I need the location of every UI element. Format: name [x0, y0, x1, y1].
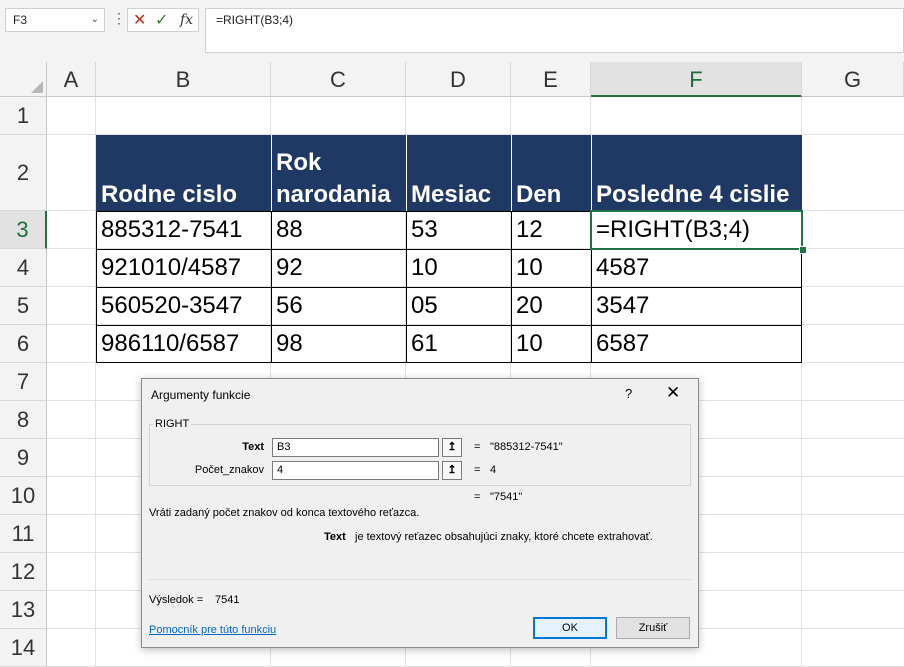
- table-border: [96, 362, 802, 363]
- row-header-4[interactable]: 4: [0, 249, 47, 287]
- header-separator: [406, 135, 407, 211]
- arg-label-text: Text: [242, 441, 264, 453]
- column-header-f[interactable]: F: [591, 62, 802, 97]
- arg-help-text: je textový reťazec obsahujúci znaky, kto…: [355, 531, 653, 543]
- formula-bar: F3 ⌄ ⋮ ✕ ✓ fx =RIGHT(B3;4): [0, 0, 904, 62]
- table-cell[interactable]: 20: [511, 287, 591, 325]
- table-cell[interactable]: 12: [511, 211, 591, 249]
- collapse-dialog-icon[interactable]: ↥: [442, 438, 462, 457]
- table-border: [96, 287, 802, 288]
- table-cell[interactable]: 986110/6587: [96, 325, 271, 363]
- active-cell-outline: [590, 210, 803, 250]
- result-label: Výsledok =: [149, 594, 204, 606]
- arg-equals-text: =: [474, 441, 481, 453]
- function-arguments-dialog: Argumenty funkcie ? ✕ RIGHT Text B3 ↥ = …: [141, 378, 699, 648]
- row-header-12[interactable]: 12: [0, 553, 47, 591]
- result-value: 7541: [215, 594, 240, 606]
- collapse-dialog-icon[interactable]: ↥: [442, 461, 462, 480]
- name-box-value: F3: [13, 13, 28, 27]
- row-header-11[interactable]: 11: [0, 515, 47, 553]
- column-header-c[interactable]: C: [271, 62, 406, 97]
- row-header-6[interactable]: 6: [0, 325, 47, 363]
- table-border: [96, 211, 97, 363]
- ok-button[interactable]: OK: [533, 617, 607, 639]
- table-cell[interactable]: 10: [406, 249, 511, 287]
- table-cell[interactable]: 56: [271, 287, 406, 325]
- arg-input-pocet-znakov[interactable]: 4: [272, 461, 439, 480]
- table-cell[interactable]: 10: [511, 325, 591, 363]
- arg-help-name: Text: [324, 531, 346, 543]
- dialog-title: Argumenty funkcie: [151, 388, 251, 402]
- table-cell[interactable]: 921010/4587: [96, 249, 271, 287]
- column-header-d[interactable]: D: [406, 62, 511, 97]
- function-description: Vráti zadaný počet znakov od konca texto…: [149, 507, 420, 519]
- cancel-button[interactable]: Zrušiť: [616, 617, 690, 639]
- table-cell[interactable]: 92: [271, 249, 406, 287]
- arg-result-pocet-znakov: 4: [490, 464, 497, 476]
- formula-input[interactable]: =RIGHT(B3;4): [205, 8, 904, 53]
- row-header-7[interactable]: 7: [0, 363, 47, 401]
- row-header-9[interactable]: 9: [0, 439, 47, 477]
- table-cell[interactable]: 98: [271, 325, 406, 363]
- table-cell[interactable]: 53: [406, 211, 511, 249]
- column-header-b[interactable]: B: [96, 62, 271, 97]
- column-header-g[interactable]: G: [802, 62, 904, 97]
- table-border: [271, 211, 272, 363]
- table-cell[interactable]: 61: [406, 325, 511, 363]
- function-help-link[interactable]: Pomocník pre túto funkciu: [149, 624, 276, 636]
- cancel-icon[interactable]: ✕: [133, 10, 146, 30]
- header-separator: [511, 135, 512, 211]
- table-border: [96, 325, 802, 326]
- column-header-e[interactable]: E: [511, 62, 591, 97]
- table-cell[interactable]: 10: [511, 249, 591, 287]
- table-cell[interactable]: 05: [406, 287, 511, 325]
- header-separator: [591, 135, 592, 211]
- table-cell[interactable]: 885312-7541: [96, 211, 271, 249]
- table-cell[interactable]: 4587: [591, 249, 802, 287]
- table-cell[interactable]: 6587: [591, 325, 802, 363]
- table-cell[interactable]: 3547: [591, 287, 802, 325]
- table-header-cell[interactable]: Posledne 4 cislie: [591, 135, 802, 211]
- row-header-14[interactable]: 14: [0, 629, 47, 667]
- table-border: [406, 211, 407, 363]
- select-all-corner[interactable]: [0, 62, 47, 97]
- table-cell[interactable]: 88: [271, 211, 406, 249]
- table-header-cell[interactable]: Rodne cislo: [96, 135, 271, 211]
- column-header-a[interactable]: A: [47, 62, 96, 97]
- fill-handle[interactable]: [799, 246, 807, 254]
- row-header-10[interactable]: 10: [0, 477, 47, 515]
- check-icon[interactable]: ✓: [155, 10, 168, 30]
- formula-buttons: ✕ ✓ fx: [127, 8, 199, 32]
- divider: [149, 579, 691, 580]
- row-header-1[interactable]: 1: [0, 97, 47, 135]
- arg-result-text: "885312-7541": [490, 441, 563, 453]
- arg-label-pocet-znakov: Počet_znakov: [194, 464, 264, 476]
- table-header-cell[interactable]: Rok narodania: [271, 135, 406, 211]
- help-icon[interactable]: ?: [625, 386, 632, 401]
- close-icon[interactable]: ✕: [666, 383, 680, 403]
- row-header-2[interactable]: 2: [0, 135, 47, 211]
- name-box[interactable]: F3 ⌄: [5, 8, 105, 32]
- chevron-down-icon[interactable]: ⌄: [91, 9, 99, 31]
- table-cell[interactable]: 560520-3547: [96, 287, 271, 325]
- row-header-13[interactable]: 13: [0, 591, 47, 629]
- table-header-cell[interactable]: Mesiac: [406, 135, 511, 211]
- function-name: RIGHT: [153, 418, 192, 430]
- table-header-cell[interactable]: Den: [511, 135, 591, 211]
- formula-result-preview: "7541": [490, 491, 523, 503]
- more-options-icon[interactable]: ⋮: [112, 10, 126, 27]
- row-header-5[interactable]: 5: [0, 287, 47, 325]
- arg-input-text[interactable]: B3: [272, 438, 439, 457]
- insert-function-icon[interactable]: fx: [180, 12, 193, 28]
- row-header-8[interactable]: 8: [0, 401, 47, 439]
- arg-equals-pocet: =: [474, 464, 481, 476]
- header-separator: [271, 135, 272, 211]
- table-border: [511, 211, 512, 363]
- row-header-3[interactable]: 3: [0, 211, 47, 249]
- formula-equals: =: [474, 491, 481, 503]
